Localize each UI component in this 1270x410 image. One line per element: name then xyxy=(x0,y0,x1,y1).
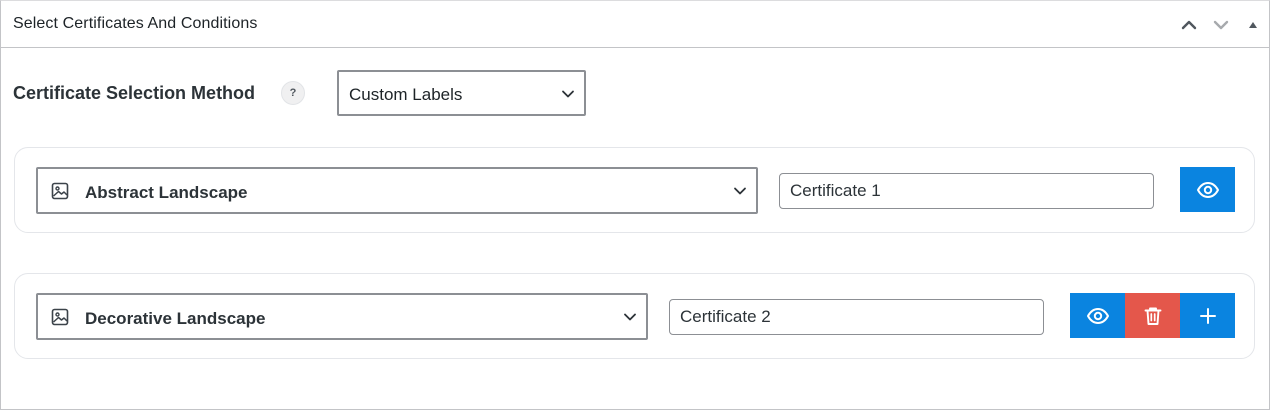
selection-method-select[interactable]: Custom Labels xyxy=(337,70,586,116)
certificate-row: Decorative Landscape xyxy=(14,273,1255,359)
selection-method-value: Custom Labels xyxy=(349,85,463,104)
eye-icon xyxy=(1196,181,1219,198)
eye-icon xyxy=(1086,307,1109,324)
chevron-up-icon xyxy=(1181,20,1197,30)
image-icon xyxy=(51,182,69,200)
template-select-value: Decorative Landscape xyxy=(85,309,266,328)
move-down-button[interactable] xyxy=(1209,13,1233,37)
delete-button[interactable] xyxy=(1125,293,1180,338)
add-row-button[interactable] xyxy=(1180,293,1235,338)
toggle-panel-button[interactable] xyxy=(1241,13,1265,37)
move-up-button[interactable] xyxy=(1177,13,1201,37)
image-icon xyxy=(51,308,69,326)
chevron-down-icon xyxy=(1213,20,1229,30)
chevron-down-icon xyxy=(734,187,746,195)
help-icon[interactable]: ? xyxy=(281,81,305,105)
template-select[interactable]: Decorative Landscape xyxy=(36,293,648,340)
template-select-value: Abstract Landscape xyxy=(85,183,248,202)
plus-icon xyxy=(1199,307,1216,324)
certificate-label-input[interactable] xyxy=(779,173,1154,209)
triangle-up-icon xyxy=(1249,22,1257,28)
certificate-row: Abstract Landscape xyxy=(14,147,1255,233)
panel-header: Select Certificates And Conditions xyxy=(1,1,1269,48)
trash-icon xyxy=(1144,307,1161,325)
template-select[interactable]: Abstract Landscape xyxy=(36,167,758,214)
preview-button[interactable] xyxy=(1180,167,1235,212)
certificates-panel: Select Certificates And Conditions Certi… xyxy=(0,0,1270,410)
selection-method-label: Certificate Selection Method xyxy=(13,83,256,103)
panel-title: Select Certificates And Conditions xyxy=(13,15,258,32)
chevron-down-icon xyxy=(624,313,636,321)
preview-button[interactable] xyxy=(1070,293,1125,338)
chevron-down-icon xyxy=(562,90,574,98)
certificate-label-input[interactable] xyxy=(669,299,1044,335)
